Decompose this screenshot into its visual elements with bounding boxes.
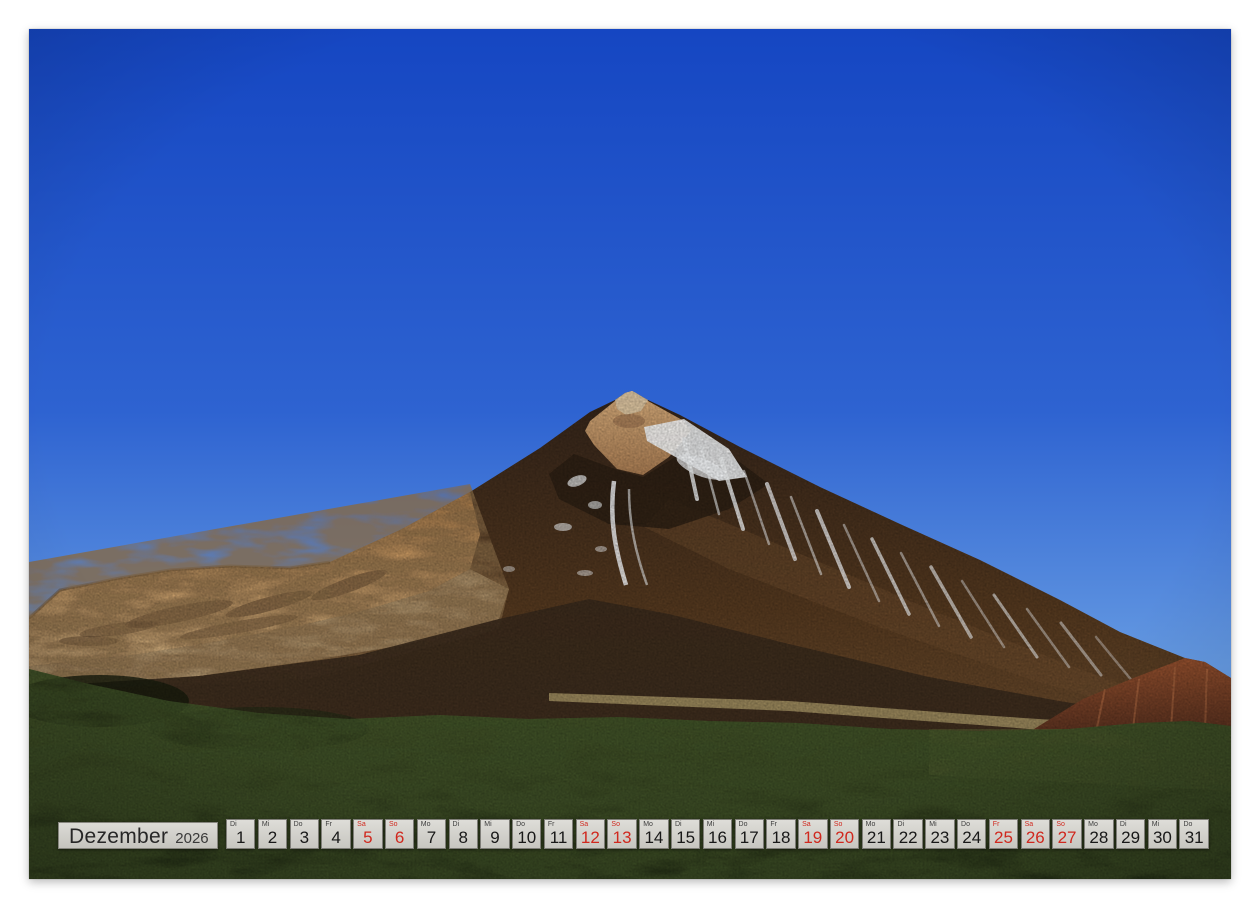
day-cell: Di 8: [449, 819, 478, 849]
calendar-strip: Dezember 2026 Di 1 Mi 2 Do 3 Fr 4 Sa 5 S…: [58, 819, 1209, 849]
day-number: 18: [767, 828, 794, 847]
day-number: 20: [831, 828, 858, 847]
day-cell: Do 24: [957, 819, 986, 849]
day-number: 3: [291, 828, 318, 847]
day-number: 25: [990, 828, 1017, 847]
day-cell: So 6: [385, 819, 414, 849]
calendar-page: Dezember 2026 Di 1 Mi 2 Do 3 Fr 4 Sa 5 S…: [0, 0, 1260, 908]
day-number: 8: [450, 828, 477, 847]
day-number: 28: [1085, 828, 1112, 847]
day-number: 29: [1117, 828, 1144, 847]
day-number: 9: [481, 828, 508, 847]
day-number: 14: [640, 828, 667, 847]
day-number: 17: [736, 828, 763, 847]
day-number: 5: [354, 828, 381, 847]
day-cell: Mi 30: [1148, 819, 1177, 849]
day-cell: So 20: [830, 819, 859, 849]
day-number: 11: [545, 828, 572, 847]
day-cell: Fr 25: [989, 819, 1018, 849]
day-cell: Do 17: [735, 819, 764, 849]
day-number: 22: [894, 828, 921, 847]
day-cell: Di 29: [1116, 819, 1145, 849]
teide-photo: Dezember 2026 Di 1 Mi 2 Do 3 Fr 4 Sa 5 S…: [29, 29, 1231, 879]
day-cell: Mo 7: [417, 819, 446, 849]
day-number: 4: [322, 828, 349, 847]
day-number: 31: [1180, 828, 1207, 847]
day-cell: Do 3: [290, 819, 319, 849]
day-number: 27: [1053, 828, 1080, 847]
day-cell: Di 1: [226, 819, 255, 849]
day-cell: Mo 14: [639, 819, 668, 849]
day-number: 1: [227, 828, 254, 847]
day-cell: Mo 21: [862, 819, 891, 849]
day-number: 16: [704, 828, 731, 847]
day-cell: Di 22: [893, 819, 922, 849]
mountain-scene-illustration: [29, 29, 1231, 879]
day-cell: Sa 19: [798, 819, 827, 849]
day-cell: Mi 2: [258, 819, 287, 849]
day-cell: Mi 9: [480, 819, 509, 849]
day-cell: Mi 16: [703, 819, 732, 849]
day-cell: Fr 11: [544, 819, 573, 849]
day-number: 23: [926, 828, 953, 847]
day-number: 15: [672, 828, 699, 847]
year-label: 2026: [175, 831, 208, 846]
day-number: 2: [259, 828, 286, 847]
day-cell: Mi 23: [925, 819, 954, 849]
day-number: 30: [1149, 828, 1176, 847]
day-cell: Mo 28: [1084, 819, 1113, 849]
day-cell: So 27: [1052, 819, 1081, 849]
day-cell: Fr 18: [766, 819, 795, 849]
day-number: 21: [863, 828, 890, 847]
day-cell: Fr 4: [321, 819, 350, 849]
day-cell: Do 10: [512, 819, 541, 849]
day-number: 24: [958, 828, 985, 847]
day-cell: Sa 26: [1021, 819, 1050, 849]
day-cell: So 13: [607, 819, 636, 849]
day-cell: Sa 5: [353, 819, 382, 849]
day-cells-row: Di 1 Mi 2 Do 3 Fr 4 Sa 5 So 6 Mo 7 Di 8 …: [226, 819, 1209, 849]
day-cell: Di 15: [671, 819, 700, 849]
day-number: 10: [513, 828, 540, 847]
day-cell: Do 31: [1179, 819, 1208, 849]
day-number: 12: [577, 828, 604, 847]
month-label-box: Dezember 2026: [58, 822, 218, 849]
day-number: 6: [386, 828, 413, 847]
day-number: 26: [1022, 828, 1049, 847]
day-number: 13: [608, 828, 635, 847]
month-name: Dezember: [69, 826, 168, 847]
day-number: 19: [799, 828, 826, 847]
day-number: 7: [418, 828, 445, 847]
day-cell: Sa 12: [576, 819, 605, 849]
